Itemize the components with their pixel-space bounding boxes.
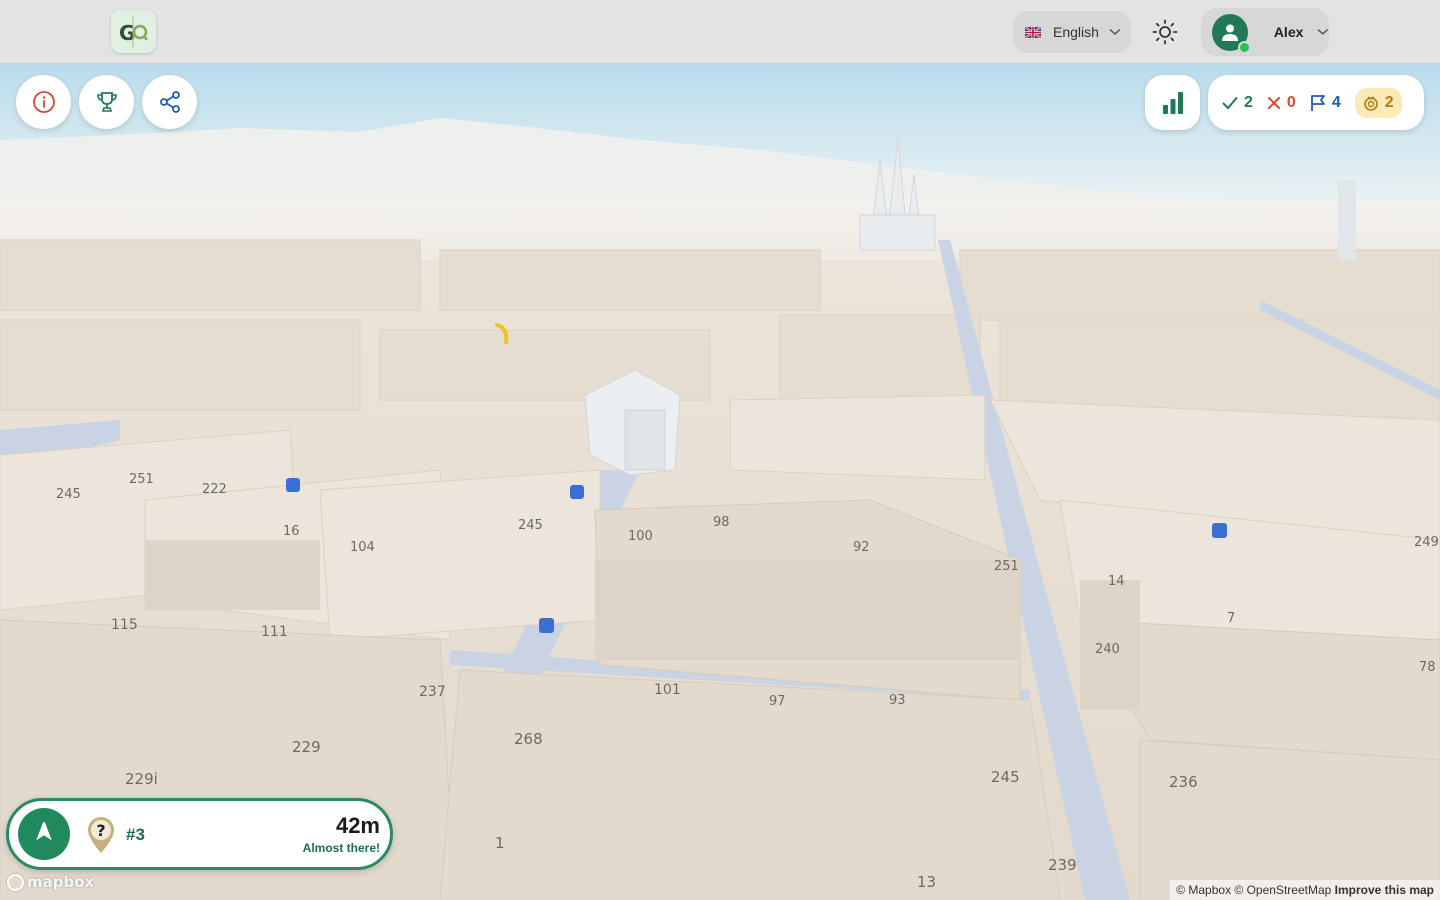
navigation-card[interactable]: ? #3 42m Almost there! [6, 798, 393, 870]
map-label: 251 [129, 472, 154, 487]
map-label: 268 [514, 730, 543, 748]
share-button[interactable] [142, 75, 197, 129]
map-label: 245 [518, 518, 543, 533]
map-label: 93 [889, 693, 906, 708]
online-status-dot [1237, 40, 1251, 54]
mapbox-logo-text: mapbox [27, 873, 95, 891]
map-view[interactable]: 251 245 222 16 104 245 100 98 92 251 14 … [0, 0, 1440, 900]
info-icon [32, 91, 55, 113]
stop-number: #3 [126, 825, 145, 844]
mapbox-logo[interactable]: mapbox [7, 873, 94, 891]
avatar [1212, 13, 1251, 54]
map-label: 222 [202, 482, 227, 497]
mystery-location-pin: ? [85, 816, 117, 859]
map-attribution: © Mapbox © OpenStreetMap Improve this ma… [1170, 880, 1440, 900]
map-label: 115 [111, 617, 138, 633]
map-scene [0, 64, 1440, 900]
mapbox-icon [7, 873, 24, 891]
top-header: G English Alex [0, 0, 1440, 64]
share-icon [159, 91, 180, 113]
leaderboard-button[interactable] [79, 75, 134, 129]
map-label: 78 [1419, 660, 1436, 675]
user-icon [1221, 24, 1238, 41]
map-label: 229i [125, 770, 158, 788]
theme-toggle-button[interactable] [1143, 11, 1187, 53]
app-logo[interactable]: G [111, 10, 156, 53]
wrong-count-value: 0 [1286, 93, 1296, 111]
distance-status: Almost there! [302, 841, 380, 855]
hint-count-value: 2 [1384, 93, 1394, 111]
wrong-count: 0 [1267, 94, 1296, 112]
map-label: 111 [261, 624, 288, 640]
correct-count: 2 [1222, 94, 1253, 112]
info-button[interactable] [16, 75, 71, 129]
map-label: 251 [994, 559, 1019, 574]
map-label: 16 [283, 524, 300, 539]
distance-remaining: 42m [335, 813, 380, 838]
map-label: 92 [853, 540, 870, 555]
user-menu[interactable]: Alex [1201, 8, 1329, 56]
navigate-button[interactable] [18, 808, 70, 860]
flag-count: 4 [1310, 94, 1341, 112]
flag-icon [1310, 94, 1325, 111]
map-label: 239 [1048, 856, 1077, 874]
bar-chart-icon [1162, 91, 1183, 114]
improve-map-link[interactable]: Improve this map [1335, 883, 1434, 897]
cross-icon [1267, 96, 1280, 109]
map-label: 229 [292, 738, 321, 756]
correct-count-value: 2 [1244, 93, 1253, 111]
language-label: English [1053, 24, 1099, 40]
map-label: 236 [1169, 773, 1198, 791]
map-label: 245 [56, 487, 81, 502]
compass-logo-icon: G [119, 16, 148, 48]
svg-text:?: ? [96, 821, 105, 840]
check-icon [1222, 96, 1238, 109]
language-selector[interactable]: English [1013, 11, 1131, 53]
chevron-down-icon [1109, 28, 1121, 36]
question-pin-icon: ? [88, 817, 114, 853]
map-label: 104 [350, 540, 375, 555]
hint-count: 2 [1354, 87, 1402, 118]
stats-button[interactable] [1145, 75, 1200, 130]
map-label: 98 [713, 515, 730, 530]
navigation-arrow-icon [36, 822, 52, 841]
map-label: 13 [917, 873, 937, 891]
map-label: 237 [419, 684, 446, 700]
map-label: 1 [495, 834, 505, 852]
map-label: 245 [991, 768, 1020, 786]
attribution-text: © Mapbox © OpenStreetMap [1176, 883, 1332, 897]
score-panel: 2 0 4 2 [1208, 75, 1424, 130]
map-label: 7 [1227, 611, 1236, 626]
map-label: 240 [1095, 642, 1120, 657]
uk-flag-icon [1025, 26, 1041, 38]
trophy-icon [96, 92, 117, 112]
flag-count-value: 4 [1331, 93, 1341, 111]
map-label: 101 [654, 682, 681, 698]
hint-coin-icon [1363, 95, 1378, 111]
sun-icon [1152, 19, 1178, 45]
chevron-down-icon [1317, 29, 1329, 35]
map-label: 14 [1108, 574, 1125, 589]
map-label: 97 [769, 694, 786, 709]
map-label: 249 [1414, 535, 1439, 550]
map-label: 100 [628, 529, 653, 544]
user-name: Alex [1273, 24, 1304, 40]
